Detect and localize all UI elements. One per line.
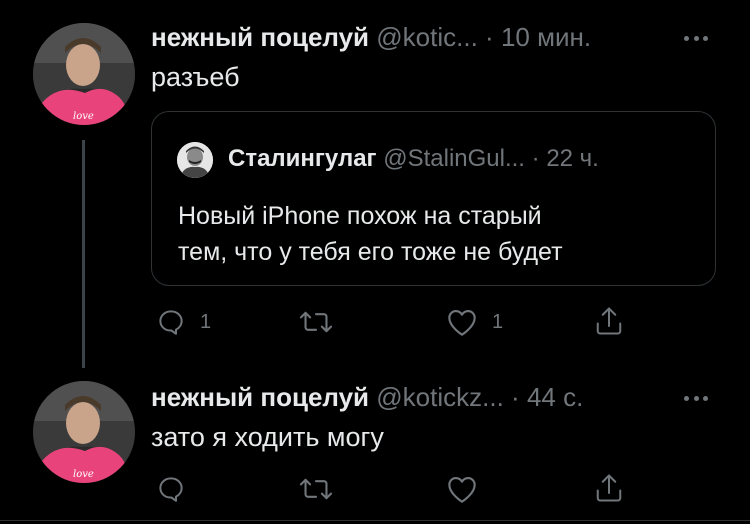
more-icon[interactable] (684, 396, 708, 402)
timestamp[interactable]: 10 мин. (501, 22, 591, 52)
quoted-text: Новый iPhone похож на старый тем, что у … (178, 202, 563, 266)
author-handle[interactable]: @kotickz... (376, 382, 504, 412)
separator: · (511, 382, 520, 412)
reply-icon (159, 310, 183, 335)
like-button[interactable] (446, 474, 478, 504)
share-button[interactable] (594, 304, 624, 338)
avatar-photo-icon: love (33, 381, 135, 483)
like-button[interactable]: 1 (446, 307, 503, 337)
avatar[interactable]: love (33, 381, 135, 483)
avatar-portrait-icon (177, 142, 213, 178)
tweet-text: разъеб (151, 62, 240, 92)
tweet-header: нежный поцелуй @kotickz... · 44 с. (151, 382, 583, 412)
share-button[interactable] (594, 471, 624, 505)
share-icon (596, 474, 622, 502)
avatar-photo-icon: love (33, 23, 135, 125)
quoted-header: Сталингулаг @StalinGul... · 22 ч. (228, 145, 599, 173)
heart-icon (448, 310, 476, 336)
divider (0, 520, 750, 521)
separator: · (485, 22, 494, 52)
quoted-tweet[interactable]: Сталингулаг @StalinGul... · 22 ч. Новый … (151, 111, 716, 286)
like-count: 1 (492, 310, 504, 333)
quoted-avatar[interactable] (177, 142, 213, 178)
retweet-icon (299, 311, 333, 333)
retweet-icon (299, 478, 333, 500)
quoted-timestamp[interactable]: 22 ч. (546, 145, 599, 172)
tweet-header: нежный поцелуй @kotic... · 10 мин. (151, 22, 591, 52)
thread-connector (82, 140, 85, 368)
share-icon (596, 307, 622, 335)
reply-button[interactable] (156, 474, 186, 504)
separator: · (531, 145, 540, 172)
author-handle[interactable]: @kotic... (376, 22, 478, 52)
tweet-text: зато я ходить могу (151, 422, 384, 452)
quoted-author-handle[interactable]: @StalinGul... (383, 145, 525, 172)
retweet-button[interactable] (299, 307, 333, 337)
reply-button[interactable]: 1 (156, 307, 211, 337)
avatar[interactable]: love (33, 23, 135, 125)
heart-icon (448, 477, 476, 503)
svg-text:love: love (73, 469, 94, 480)
reply-icon (159, 477, 183, 502)
more-icon[interactable] (684, 36, 708, 42)
quoted-author-name[interactable]: Сталингулаг (228, 145, 377, 172)
svg-text:love: love (73, 111, 94, 122)
reply-count: 1 (200, 310, 212, 333)
retweet-button[interactable] (299, 474, 333, 504)
author-name[interactable]: нежный поцелуй (151, 382, 369, 412)
author-name[interactable]: нежный поцелуй (151, 22, 369, 52)
timestamp[interactable]: 44 с. (527, 382, 583, 412)
